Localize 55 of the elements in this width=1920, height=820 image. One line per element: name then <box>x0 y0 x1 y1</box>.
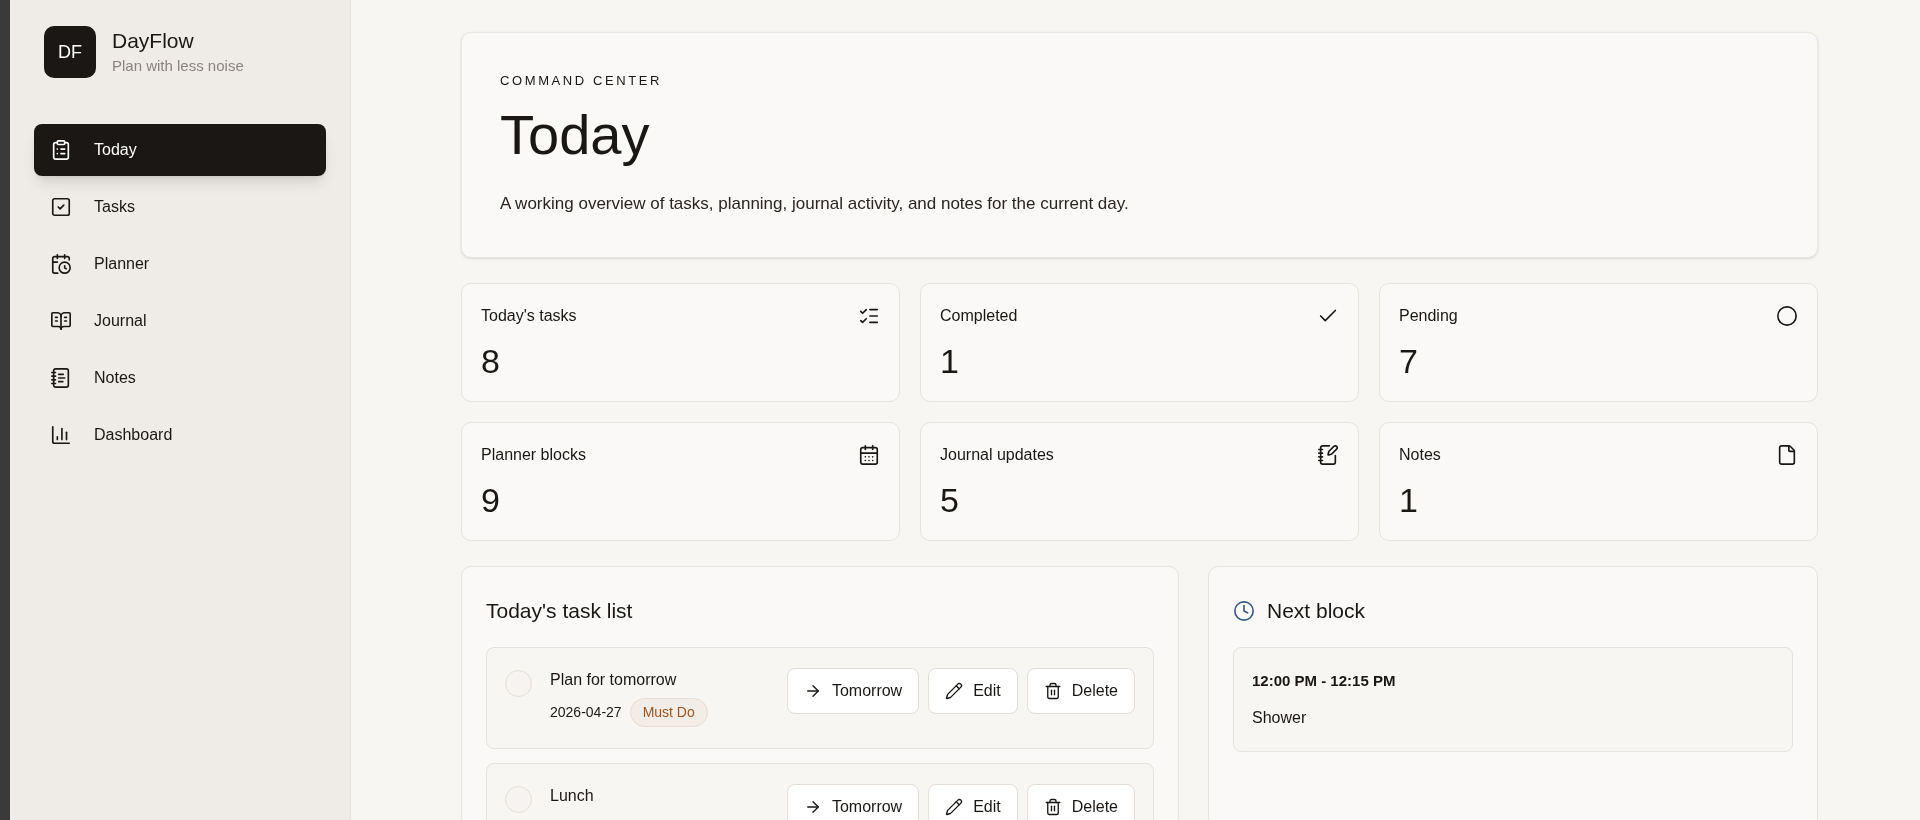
block-time: 12:00 PM - 12:15 PM <box>1252 670 1397 691</box>
stat-label: Completed <box>940 306 1018 326</box>
block-name: Shower <box>1252 708 1308 728</box>
file-icon <box>1776 444 1798 466</box>
page-title: Today <box>500 101 651 168</box>
app-name: DayFlow <box>112 27 195 54</box>
trash-icon <box>1043 681 1062 700</box>
clock-icon <box>1233 599 1255 622</box>
app-tagline: Plan with less noise <box>112 55 244 76</box>
stat-label: Pending <box>1399 306 1458 326</box>
task-action-button[interactable]: Tomorrow <box>786 783 920 820</box>
app-logo: DF <box>44 26 96 78</box>
pencil-icon <box>945 797 964 816</box>
nav-item[interactable]: Tasks <box>34 181 326 233</box>
task-title: Lunch <box>550 785 594 806</box>
stat-value: 7 <box>1399 341 1419 382</box>
calendar-clock-icon <box>50 253 72 275</box>
stat-label: Today's tasks <box>481 306 577 326</box>
stat-value: 5 <box>940 480 960 521</box>
pencil-icon <box>945 681 964 700</box>
task-checkbox[interactable] <box>505 669 532 697</box>
clipboard-icon <box>50 139 72 161</box>
task-checkbox[interactable] <box>505 785 532 813</box>
stat-value: 8 <box>481 341 501 382</box>
book-icon <box>50 310 72 332</box>
stat-value: 1 <box>1399 480 1419 521</box>
nav-item[interactable]: Notes <box>34 352 326 404</box>
task-action-button[interactable]: Delete <box>1026 667 1135 714</box>
task-title: Plan for tomorrow <box>550 669 678 690</box>
task-action-button[interactable]: Edit <box>928 667 1018 714</box>
task-date: 2026-04-27 <box>550 702 622 722</box>
nav-item[interactable]: Journal <box>34 295 326 347</box>
page-description: A working overview of tasks, planning, journal activity, and notes for the current day. <box>500 192 1130 215</box>
calendar-icon <box>858 444 880 466</box>
stat-label: Journal updates <box>940 445 1054 465</box>
checkbox-icon <box>50 196 72 218</box>
task-action-button[interactable]: Tomorrow <box>786 667 920 714</box>
notebook-icon <box>50 367 72 389</box>
trash-icon <box>1043 797 1062 816</box>
nav-item[interactable]: Planner <box>34 238 326 290</box>
stat-label: Planner blocks <box>481 445 586 465</box>
stat-value: 1 <box>940 341 960 382</box>
panel-title: Today's task list <box>486 598 634 624</box>
task-action-button[interactable]: Delete <box>1026 783 1135 820</box>
nav-item[interactable]: Today <box>34 124 326 176</box>
stat-label: Notes <box>1399 445 1441 465</box>
eyebrow-label: COMMAND CENTER <box>500 72 664 90</box>
panel-title: Next block <box>1267 598 1366 624</box>
task-action-button[interactable]: Edit <box>928 783 1018 820</box>
nav-item[interactable]: Dashboard <box>34 409 326 461</box>
bar-chart-icon <box>50 424 72 446</box>
notebook-pen-icon <box>1317 444 1339 466</box>
task-tag: Must Do <box>629 697 708 727</box>
stat-value: 9 <box>481 480 501 521</box>
circle-icon <box>1776 305 1798 327</box>
